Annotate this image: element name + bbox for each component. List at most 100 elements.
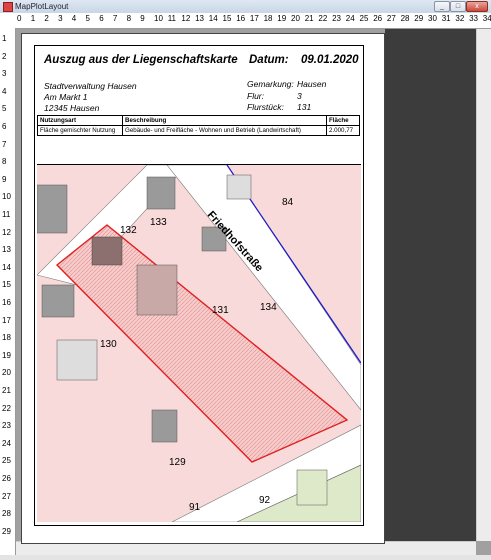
column-header: Fläche <box>326 115 360 126</box>
parcel-label: 130 <box>100 339 117 350</box>
ruler-tick-label: 11 <box>167 14 176 23</box>
ruler-tick-label: 29 <box>2 526 11 536</box>
ruler-tick-label: 11 <box>2 210 11 219</box>
address-line-1: Stadtverwaltung Hausen <box>44 81 137 91</box>
ruler-tick-label: 5 <box>2 104 7 114</box>
ruler-tick-label: 16 <box>236 14 246 23</box>
ruler-tick-label: 29 <box>414 14 424 23</box>
title-bar: MapPlotLayout _ □ x <box>0 0 491 14</box>
ruler-corner <box>0 13 16 29</box>
parcel-label: 132 <box>120 225 137 236</box>
ruler-tick-label: 15 <box>222 14 232 23</box>
side-panel <box>385 29 476 541</box>
close-button[interactable]: x <box>466 1 488 12</box>
ruler-tick-label: 27 <box>2 491 11 501</box>
ruler-tick-label: 21 <box>2 386 11 395</box>
ruler-tick-label: 28 <box>2 509 11 519</box>
ruler-tick-label: 17 <box>2 315 11 325</box>
ruler-tick-label: 23 <box>332 14 341 23</box>
ruler-tick-label: 4 <box>2 86 7 96</box>
ruler-tick-label: 14 <box>208 14 218 23</box>
table-header-row: Nutzungsart Beschreibung Fläche <box>37 115 360 126</box>
ruler-tick-label: 8 <box>126 14 132 23</box>
cadastral-map[interactable]: 131 84 133 132 134 130 129 91 92 Friedho… <box>37 164 361 522</box>
ruler-tick-label: 18 <box>263 14 273 23</box>
ruler-tick-label: 31 <box>441 14 451 23</box>
parcel-label: 131 <box>212 305 229 316</box>
building <box>146 176 176 210</box>
column-header: Nutzungsart <box>37 115 123 126</box>
ruler-tick-label: 30 <box>428 14 437 23</box>
ruler-tick-label: 4 <box>71 14 77 23</box>
flurstueck-label: Flurstück: <box>247 102 284 112</box>
ruler-tick-label: 24 <box>345 14 355 23</box>
flur-label: Flur: <box>247 91 264 101</box>
status-bar <box>0 555 491 560</box>
ruler-tick-label: 17 <box>249 14 259 23</box>
flur-value: 3 <box>297 91 302 101</box>
building <box>41 284 75 318</box>
parcel-label: 129 <box>169 457 186 468</box>
ruler-tick-label: 19 <box>277 14 287 23</box>
ruler-tick-label: 25 <box>359 14 369 23</box>
ruler-tick-label: 6 <box>99 14 104 23</box>
ruler-tick-label: 20 <box>291 14 300 23</box>
ruler-tick-label: 34 <box>482 14 491 23</box>
ruler-tick-label: 22 <box>2 403 11 413</box>
usage-table: Nutzungsart Beschreibung Fläche Fläche g… <box>37 115 360 136</box>
ruler-tick-label: 21 <box>304 14 314 23</box>
map-frame: Auszug aus der Liegenschaftskarte Datum:… <box>34 45 364 526</box>
building <box>91 236 123 266</box>
address-line-2: Am Markt 1 <box>44 92 88 102</box>
minimize-button[interactable]: _ <box>434 1 450 12</box>
ruler-tick-label: 7 <box>112 14 118 23</box>
ruler-tick-label: 20 <box>2 368 11 378</box>
ruler-tick-label: 3 <box>58 14 63 23</box>
ruler-tick-label: 26 <box>2 474 11 483</box>
ruler-tick-label: 19 <box>2 350 11 360</box>
app-icon <box>3 2 13 12</box>
parcel-label: 91 <box>189 502 201 513</box>
date-value: 09.01.2020 <box>301 54 359 66</box>
maximize-button[interactable]: □ <box>450 1 466 12</box>
ruler-tick-label: 1 <box>30 14 36 23</box>
ruler-tick-label: 16 <box>2 298 11 307</box>
ruler-tick-label: 14 <box>2 262 11 272</box>
document-title: Auszug aus der Liegenschaftskarte <box>44 54 238 66</box>
ruler-tick-label: 13 <box>195 14 204 23</box>
building <box>226 174 252 200</box>
ruler-tick-label: 2 <box>2 51 7 61</box>
ruler-tick-label: 2 <box>44 14 49 23</box>
ruler-tick-label: 15 <box>2 280 11 290</box>
parcel-label: 92 <box>259 495 271 506</box>
building <box>37 184 68 234</box>
ruler-tick-label: 32 <box>455 14 465 23</box>
building <box>136 264 178 316</box>
ruler-tick-label: 28 <box>400 14 410 23</box>
parcel-label: 134 <box>260 302 277 313</box>
vertical-scrollbar[interactable] <box>476 29 491 541</box>
date-label: Datum: <box>249 54 289 66</box>
ruler-tick-label: 12 <box>2 227 11 237</box>
address-line-3: 12345 Hausen <box>44 103 100 113</box>
building <box>56 339 98 381</box>
ruler-tick-label: 10 <box>154 14 163 23</box>
building <box>151 409 178 443</box>
window-title: MapPlotLayout <box>15 2 69 11</box>
ruler-tick-label: 7 <box>2 139 7 149</box>
vertical-ruler: 1 2 3 4 5 6 7 8 9 10 11 12 13 14 15 16 17 18 19 20 21 22 23 24 2… <box>0 28 16 555</box>
ruler-tick-label: 22 <box>318 14 328 23</box>
gemarkung-label: Gemarkung: <box>247 79 294 89</box>
ruler-tick-label: 24 <box>2 438 11 448</box>
gemarkung-value: Hausen <box>297 79 327 89</box>
ruler-tick-label: 0 <box>17 14 22 23</box>
ruler-tick-label: 5 <box>85 14 90 23</box>
table-cell: Fläche gemischter Nutzung <box>37 125 123 136</box>
ruler-tick-label: 33 <box>469 14 478 23</box>
ruler-tick-label: 1 <box>2 34 7 43</box>
horizontal-ruler: 0 1 2 3 4 5 6 7 8 9 10 11 12 13 14 15 16 17 18 19 20 21 22 23 24… <box>15 13 491 29</box>
ruler-tick-label: 10 <box>2 192 11 202</box>
ruler-tick-label: 9 <box>140 14 145 23</box>
ruler-tick-label: 27 <box>386 14 396 23</box>
ruler-tick-label: 18 <box>2 333 11 343</box>
